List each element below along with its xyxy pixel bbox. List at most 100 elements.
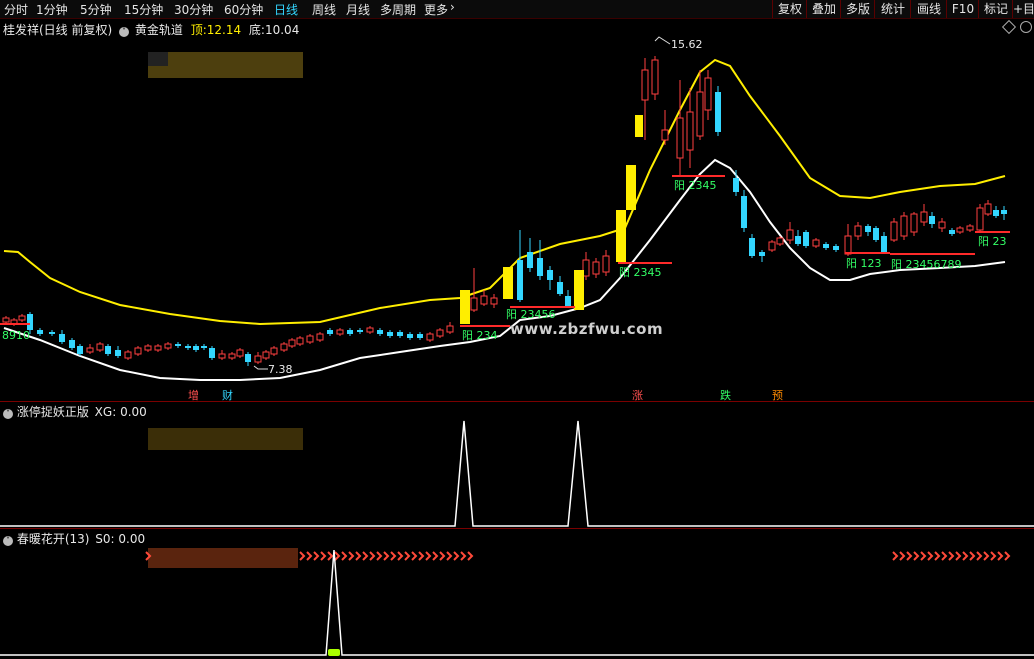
s0-chevron <box>948 551 955 561</box>
candle-body <box>236 349 244 357</box>
candle-body <box>366 327 374 333</box>
s0-chevron <box>376 551 383 561</box>
signal-box <box>503 267 513 299</box>
counter-lines <box>0 175 1010 327</box>
s0-chevron <box>927 551 934 561</box>
candle-body <box>37 330 43 334</box>
s0-chevron <box>969 551 976 561</box>
candle-body <box>768 241 776 251</box>
candle-body <box>124 351 132 359</box>
candle-body <box>193 346 199 350</box>
candle-body <box>2 317 10 323</box>
candle-body <box>262 351 270 359</box>
candle-body <box>956 227 964 233</box>
s0-chevron <box>383 551 390 561</box>
signal-label-zhang: 涨 <box>632 389 643 402</box>
s0-chevron <box>390 551 397 561</box>
candle-body <box>527 252 533 268</box>
candle-body <box>641 69 649 101</box>
counter-label: 阳 2345 <box>619 266 662 279</box>
candle-body <box>517 260 523 300</box>
signal-box <box>460 290 470 324</box>
candle-body <box>407 334 413 338</box>
s0-chevron <box>334 551 341 561</box>
candle-body <box>854 225 862 237</box>
s0-chevron <box>313 551 320 561</box>
watermark-text: www.zbzfwu.com <box>510 320 664 338</box>
candle-body <box>676 117 684 159</box>
candle-body <box>86 347 94 353</box>
s0-chevron <box>432 551 439 561</box>
s0-chevron <box>418 551 425 561</box>
candle-body <box>377 330 383 334</box>
candle-body <box>759 252 765 256</box>
s0-chevron <box>453 551 460 561</box>
signal-label-yu: 预 <box>772 389 783 402</box>
candle-body <box>938 221 946 229</box>
candle-body <box>175 344 181 346</box>
s0-chevron <box>446 551 453 561</box>
s0-chevron <box>892 551 899 561</box>
signal-label-zeng: 增 <box>188 389 199 402</box>
candle-body <box>18 315 26 321</box>
s0-chevron <box>404 551 411 561</box>
signal-boxes <box>460 115 643 324</box>
candle-body <box>144 345 152 351</box>
candle-body <box>1001 210 1007 214</box>
candle-body <box>873 228 879 240</box>
counter-label: 阳 2345 <box>674 179 717 192</box>
signal-box <box>626 165 636 210</box>
candle-body <box>812 239 820 247</box>
s0-chevron <box>913 551 920 561</box>
candle-body <box>357 330 363 332</box>
candle-body <box>470 297 478 311</box>
candle-body <box>480 295 488 305</box>
candle-body <box>844 235 852 255</box>
s0-chevron <box>962 551 969 561</box>
signal-box <box>635 115 643 137</box>
candlestick-series <box>2 56 1007 366</box>
candle-body <box>105 346 111 354</box>
s0-chevron <box>460 551 467 561</box>
s0-marker <box>328 649 340 656</box>
candle-body <box>776 237 784 245</box>
s0-chevron <box>955 551 962 561</box>
s0-chevron <box>941 551 948 561</box>
candle-body <box>306 335 314 343</box>
s0-chevron <box>997 551 1004 561</box>
candle-body <box>164 343 172 349</box>
s0-chevron <box>425 551 432 561</box>
candle-body <box>397 332 403 336</box>
s0-chevron <box>920 551 927 561</box>
candle-body <box>115 350 121 356</box>
signal-label-cai: 财 <box>222 389 233 402</box>
candle-body <box>696 91 704 137</box>
candle-body <box>490 297 498 305</box>
candle-body <box>704 77 712 111</box>
candle-body <box>201 346 207 348</box>
s0-chevron <box>320 551 327 561</box>
candle-body <box>686 111 694 151</box>
s0-chevron <box>355 551 362 561</box>
candle-body <box>436 329 444 337</box>
redacted-block <box>148 548 298 568</box>
s0-chevron <box>990 551 997 561</box>
redacted-block <box>148 52 303 78</box>
redacted-block <box>148 428 303 450</box>
s0-chevron <box>397 551 404 561</box>
candle-body <box>347 330 353 334</box>
candle-body <box>270 347 278 355</box>
s0-chevron <box>934 551 941 561</box>
candle-body <box>27 314 33 330</box>
s0-chevron <box>906 551 913 561</box>
s0-chevron <box>467 551 474 561</box>
s0-chevron <box>439 551 446 561</box>
candle-body <box>993 210 999 216</box>
candle-body <box>316 333 324 341</box>
candle-body <box>749 238 755 256</box>
candle-body <box>228 353 236 359</box>
candle-body <box>288 339 296 347</box>
candle-body <box>592 261 600 275</box>
high-marker-line <box>654 36 671 45</box>
candle-body <box>890 221 898 241</box>
